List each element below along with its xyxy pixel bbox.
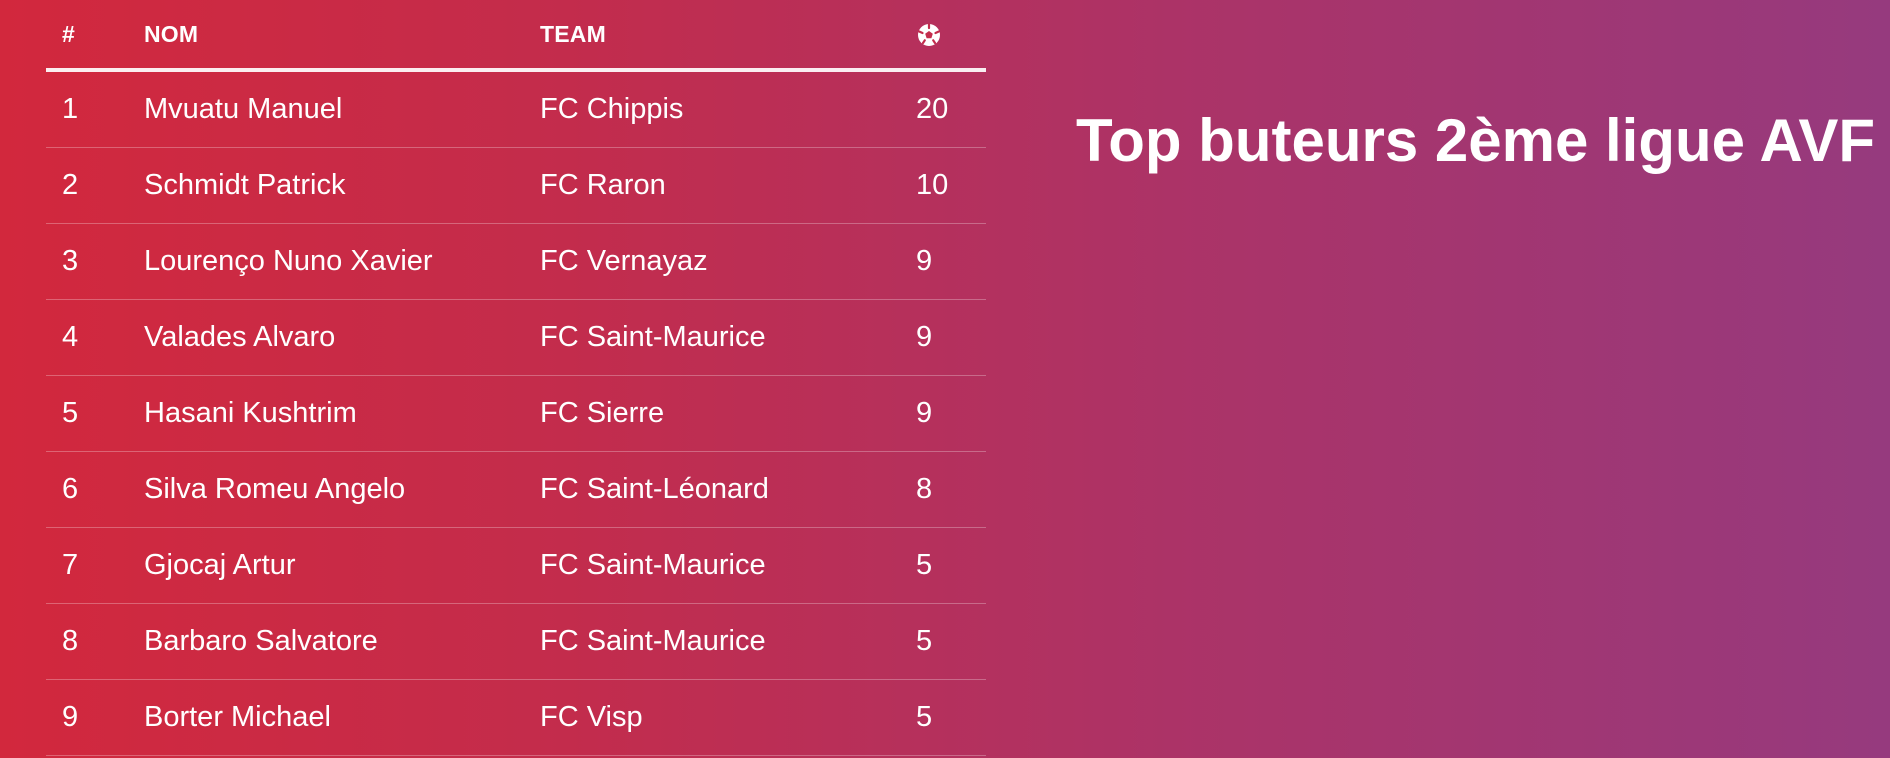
header-name: NOM: [144, 20, 199, 47]
team-cell: FC Raron: [540, 169, 666, 201]
scorers-table: # NOM TEAM 1 Mvuatu Manuel FC Chippis 20 2 Sc…: [46, 0, 986, 756]
team-cell: FC Vernayaz: [540, 245, 708, 277]
rank-cell: 2: [62, 169, 79, 201]
team-cell: FC Visp: [540, 701, 643, 733]
team-cell: FC Sierre: [540, 397, 665, 429]
team-cell: FC Saint-Maurice: [540, 549, 766, 581]
goals-cell: 20: [916, 93, 949, 125]
table-row: 5 Hasani Kushtrim FC Sierre 9: [46, 376, 986, 452]
player-name-cell: Lourenço Nuno Xavier: [144, 245, 433, 277]
goals-cell: 9: [916, 321, 933, 353]
player-name-cell: Silva Romeu Angelo: [144, 473, 406, 505]
rank-cell: 7: [62, 549, 79, 581]
goals-cell: 9: [916, 397, 933, 429]
table-body: 1 Mvuatu Manuel FC Chippis 20 2 Schmidt Patri…: [46, 72, 986, 756]
rank-cell: 6: [62, 473, 79, 505]
goals-cell: 9: [916, 245, 933, 277]
team-cell: FC Saint-Maurice: [540, 625, 766, 657]
player-name-cell: Hasani Kushtrim: [144, 397, 357, 429]
goals-cell: 5: [916, 549, 933, 581]
goals-cell: 5: [916, 625, 933, 657]
player-name-cell: Schmidt Patrick: [144, 169, 346, 201]
rank-cell: 9: [62, 701, 79, 733]
rank-cell: 8: [62, 625, 79, 657]
player-name-cell: Barbaro Salvatore: [144, 625, 378, 657]
table-row: 4 Valades Alvaro FC Saint-Maurice 9: [46, 300, 986, 376]
table-row: 1 Mvuatu Manuel FC Chippis 20: [46, 72, 986, 148]
team-cell: FC Saint-Léonard: [540, 473, 769, 505]
table-row: 9 Borter Michael FC Visp 5: [46, 680, 986, 756]
player-name-cell: Borter Michael: [144, 701, 331, 733]
player-name-cell: Mvuatu Manuel: [144, 93, 343, 125]
player-name-cell: Valades Alvaro: [144, 321, 336, 353]
table-row: 7 Gjocaj Artur FC Saint-Maurice 5: [46, 528, 986, 604]
team-cell: FC Saint-Maurice: [540, 321, 766, 353]
rank-cell: 4: [62, 321, 79, 353]
page-title: Top buteurs 2ème ligue AVF: [1076, 107, 1875, 174]
header-rank: #: [62, 20, 75, 47]
table-header: # NOM TEAM: [46, 0, 986, 72]
table-row: 6 Silva Romeu Angelo FC Saint-Léonard 8: [46, 452, 986, 528]
table-row: 2 Schmidt Patrick FC Raron 10: [46, 148, 986, 224]
team-cell: FC Chippis: [540, 93, 684, 125]
header-goals: [916, 20, 986, 48]
table-row: 3 Lourenço Nuno Xavier FC Vernayaz 9: [46, 224, 986, 300]
goals-cell: 8: [916, 473, 933, 505]
header-team: TEAM: [540, 20, 606, 47]
goals-cell: 10: [916, 169, 949, 201]
table-row: 8 Barbaro Salvatore FC Saint-Maurice 5: [46, 604, 986, 680]
soccer-ball-icon: [918, 23, 940, 46]
player-name-cell: Gjocaj Artur: [144, 549, 296, 581]
rank-cell: 3: [62, 245, 79, 277]
rank-cell: 1: [62, 93, 79, 125]
rank-cell: 5: [62, 397, 79, 429]
goals-cell: 5: [916, 701, 933, 733]
